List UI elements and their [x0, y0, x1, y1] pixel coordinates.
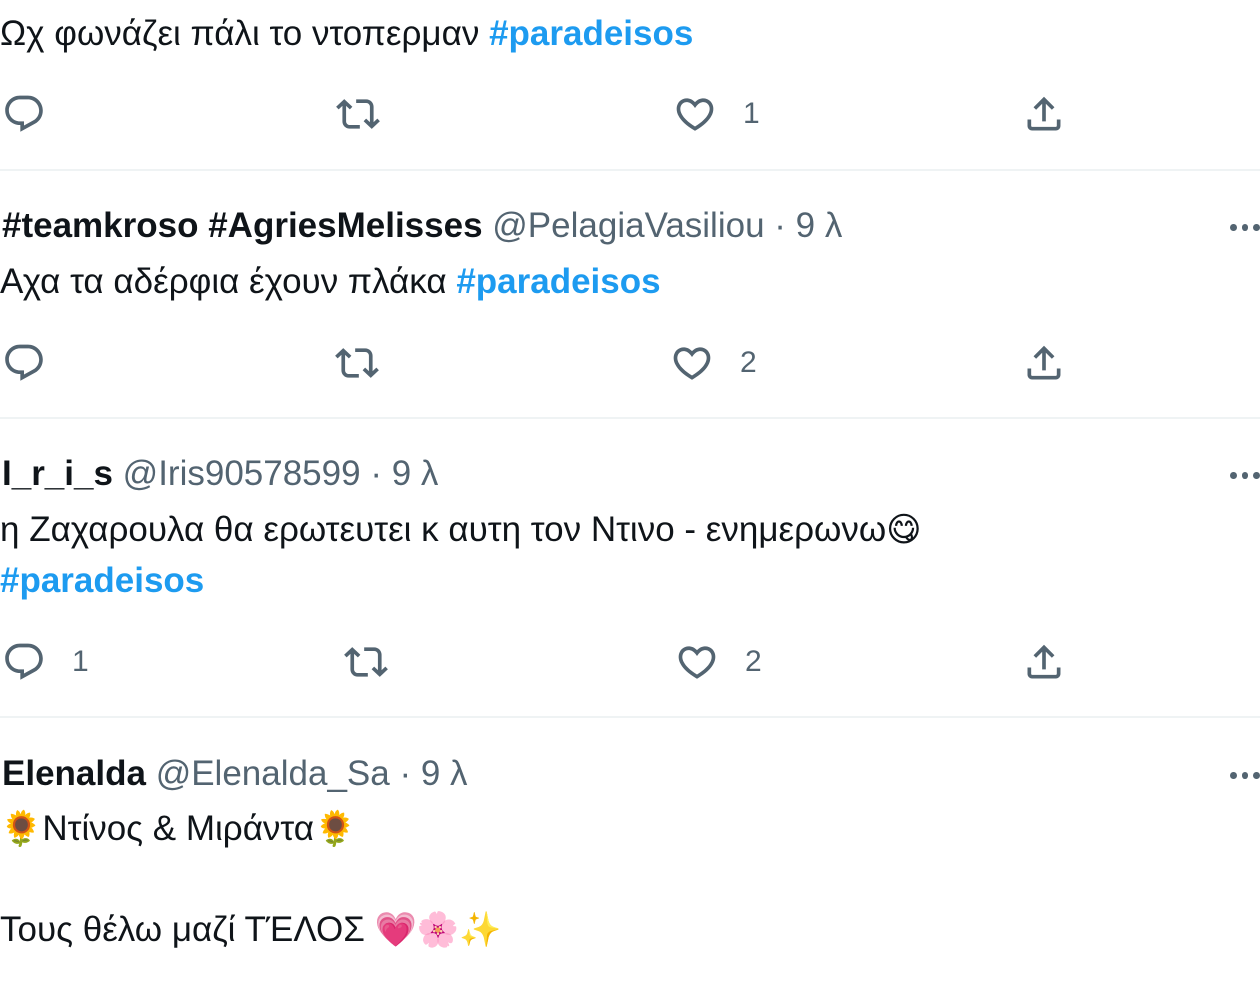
emoji-sunflower: 🌻 [0, 809, 43, 849]
heart-icon [670, 341, 714, 385]
tweet[interactable]: Ωχ φωνάζει πάλι το ντοπερμαν #paradeisos… [0, 0, 1260, 170]
share-icon [1022, 640, 1066, 684]
tweet-text-line: Τους θέλω μαζί ΤΈΛΟΣ 💗🌸✨ [0, 910, 502, 950]
retweet-icon [344, 640, 388, 684]
like-button[interactable]: 2 [670, 341, 757, 385]
tweet-text-line: #paradeisos [0, 561, 204, 601]
share-icon [1022, 92, 1066, 136]
tweet-header: #teamkroso #AgriesMelisses @PelagiaVasil… [2, 206, 842, 246]
tweet-header: I_r_i_s @Iris90578599 · 9 λ [2, 454, 438, 494]
like-count: 1 [743, 97, 760, 130]
timestamp[interactable]: 9 λ [796, 206, 843, 245]
retweet-button[interactable] [344, 640, 388, 684]
reply-button[interactable]: 1 [2, 640, 89, 684]
retweet-button[interactable] [335, 341, 379, 385]
heart-icon [673, 92, 717, 136]
reply-bubble-icon [2, 640, 46, 684]
emoji-heart-blossom-sparkles: 💗🌸✨ [374, 910, 502, 950]
user-name[interactable]: #teamkroso #AgriesMelisses [2, 206, 483, 245]
more-dots-icon[interactable] [1230, 771, 1260, 779]
tweet-text-line: Αχα τα αδέρφια έχουν πλάκα #paradeisos [0, 262, 661, 302]
user-handle[interactable]: @Elenalda_Sa [156, 754, 390, 793]
more-dots-icon[interactable] [1230, 223, 1260, 231]
like-button[interactable]: 2 [675, 640, 762, 684]
hashtag-link[interactable]: #paradeisos [489, 14, 693, 53]
user-handle[interactable]: @PelagiaVasiliou [492, 206, 764, 245]
tweet-text: Ντίνος & Μιράντα [42, 809, 314, 848]
like-count: 2 [745, 645, 762, 678]
timestamp[interactable]: 9 λ [421, 754, 468, 793]
tweet-header: Elenalda @Elenalda_Sa · 9 λ [2, 754, 468, 794]
tweet-text: Τους θέλω μαζί ΤΈΛΟΣ [0, 910, 365, 949]
hashtag-link[interactable]: #paradeisos [456, 262, 660, 301]
share-button[interactable] [1022, 640, 1066, 684]
user-name[interactable]: Elenalda [2, 754, 146, 793]
separator-dot: · [370, 454, 382, 493]
like-button[interactable]: 1 [673, 92, 760, 136]
retweet-icon [335, 341, 379, 385]
tweet-text: η Ζαχαρουλα θα ερωτευτει κ αυτη τον Ντιν… [0, 510, 887, 549]
tweet[interactable]: I_r_i_s @Iris90578599 · 9 λ η Ζαχαρουλα … [0, 419, 1260, 716]
reply-button[interactable] [2, 92, 72, 136]
share-icon [1022, 341, 1066, 385]
tweet[interactable]: Elenalda @Elenalda_Sa · 9 λ 🌻Ντίνος & Μι… [0, 718, 1260, 993]
separator-dot: · [774, 206, 786, 245]
reply-bubble-icon [2, 341, 46, 385]
separator-dot: · [399, 754, 412, 793]
user-handle[interactable]: @Iris90578599 [123, 454, 361, 493]
more-dots-icon[interactable] [1230, 471, 1260, 479]
hashtag-link[interactable]: #paradeisos [0, 561, 204, 600]
share-button[interactable] [1022, 341, 1066, 385]
tweet-text-line: η Ζαχαρουλα θα ερωτευτει κ αυτη τον Ντιν… [0, 510, 922, 550]
emoji-sunflower: 🌻 [314, 809, 357, 849]
reply-count: 1 [72, 645, 89, 678]
reply-bubble-icon [2, 92, 46, 136]
tweet[interactable]: #teamkroso #AgriesMelisses @PelagiaVasil… [0, 171, 1260, 418]
timestamp[interactable]: 9 λ [392, 454, 439, 493]
heart-icon [675, 640, 719, 684]
reply-button[interactable] [2, 341, 72, 385]
share-button[interactable] [1022, 92, 1066, 136]
retweet-icon [336, 92, 380, 136]
emoji-yum: 😋 [886, 510, 922, 550]
like-count: 2 [740, 346, 757, 379]
tweet-text-line: 🌻Ντίνος & Μιράντα🌻 [0, 809, 356, 849]
tweet-text: Ωχ φωνάζει πάλι το ντοπερμαν [0, 14, 480, 53]
tweet-text: Αχα τα αδέρφια έχουν πλάκα [0, 262, 457, 301]
retweet-button[interactable] [336, 92, 380, 136]
tweet-text-line: Ωχ φωνάζει πάλι το ντοπερμαν #paradeisos [0, 14, 693, 54]
user-name[interactable]: I_r_i_s [2, 454, 113, 493]
